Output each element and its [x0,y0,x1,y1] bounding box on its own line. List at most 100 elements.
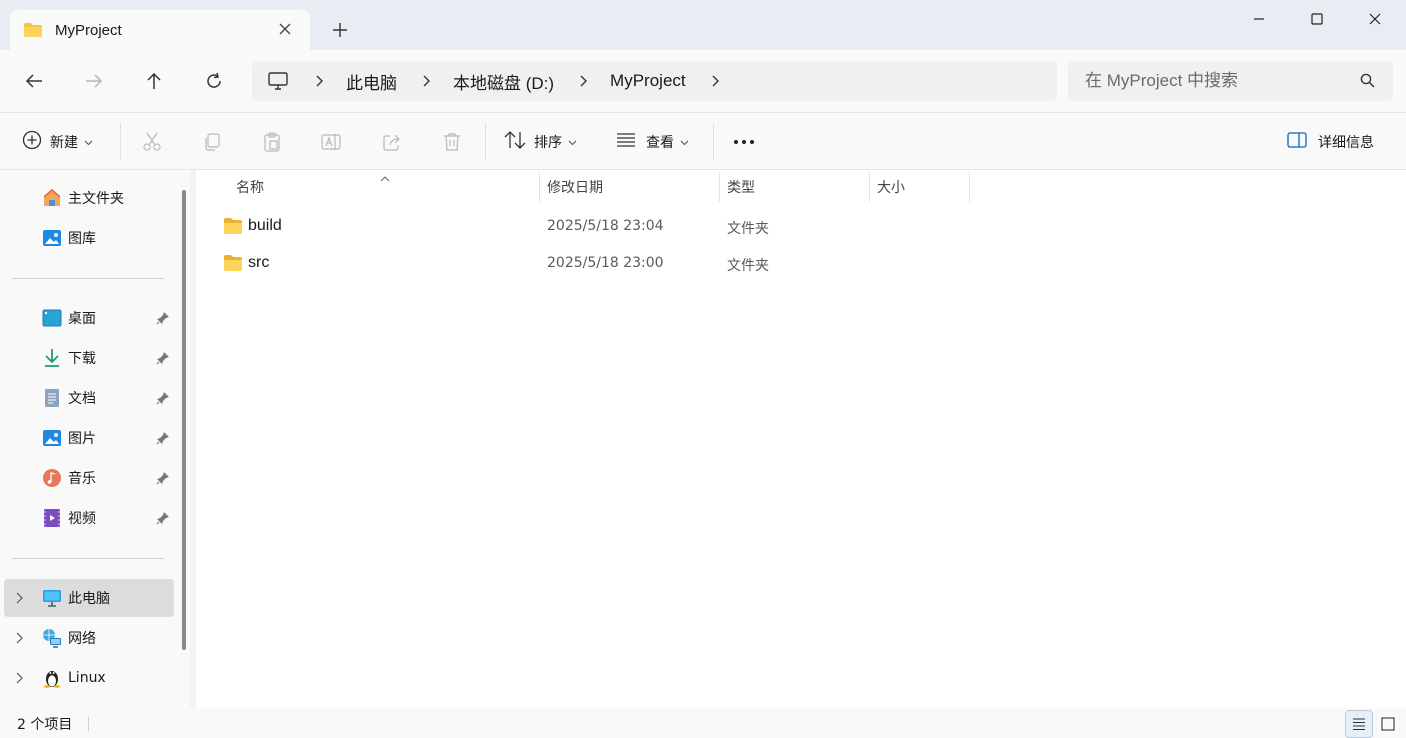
plus-icon[interactable] [328,18,352,42]
sidebar-item-network[interactable]: 网络 [4,619,174,657]
column-divider[interactable] [719,172,720,202]
copy-icon[interactable] [200,130,224,154]
details-view-icon[interactable] [1345,710,1373,738]
column-header-size[interactable]: 大小 [877,170,905,204]
sidebar-item-gallery[interactable]: 图库 [4,219,174,257]
chevron-right-icon[interactable] [313,74,327,88]
sidebar-item-label: 音乐 [68,471,96,487]
sidebar-item-label: 视频 [68,511,96,527]
plus-circle-icon [22,130,42,154]
sidebar-item-desktop[interactable]: 桌面 [4,299,174,337]
sidebar-item-linux[interactable]: Linux [4,659,174,697]
details-pane-icon [1287,132,1307,152]
status-bar: 2 个项目 [0,708,1406,738]
column-header-type[interactable]: 类型 [727,170,755,204]
column-divider[interactable] [539,172,540,202]
chevron-down-icon [568,134,577,150]
breadcrumb-myproject[interactable]: MyProject [610,71,686,91]
tab-myproject[interactable]: MyProject [10,10,310,50]
pin-icon[interactable] [156,471,170,485]
chevron-right-icon[interactable] [16,592,28,604]
search-icon[interactable] [1360,73,1375,92]
minimize-icon[interactable] [1236,4,1282,34]
forward-arrow-icon[interactable] [78,65,110,97]
table-row[interactable]: src 2025/5/18 23:00 文件夹 [216,246,986,280]
status-divider [88,717,89,731]
command-bar: 新建 排序 查看 详细信息 [0,112,1406,170]
table-row[interactable]: build 2025/5/18 23:04 文件夹 [216,209,986,243]
navigation-row: 此电脑 本地磁盘 (D:) MyProject [0,50,1406,112]
sidebar-item-videos[interactable]: 视频 [4,499,174,537]
details-label: 详细信息 [1318,135,1374,151]
sidebar-item-label: 下载 [68,351,96,367]
breadcrumb-local-disk[interactable]: 本地磁盘 (D:) [453,69,554,94]
pin-icon[interactable] [156,431,170,445]
breadcrumb-this-pc[interactable]: 此电脑 [346,69,397,94]
sidebar-item-home[interactable]: 主文件夹 [4,179,174,217]
share-icon[interactable] [380,130,404,154]
folder-icon [224,218,242,234]
sidebar-item-label: 图库 [68,231,96,247]
up-arrow-icon[interactable] [138,65,170,97]
back-arrow-icon[interactable] [18,65,50,97]
item-count: 2 个项目 [17,717,73,733]
pin-icon[interactable] [156,351,170,365]
sidebar-item-label: 文档 [68,391,96,407]
more-options-icon[interactable] [732,130,756,154]
column-header-modified[interactable]: 修改日期 [547,170,603,204]
chevron-right-icon[interactable] [709,74,723,88]
sidebar-item-label: 图片 [68,431,96,447]
folder-icon [224,255,242,271]
chevron-right-icon[interactable] [577,74,591,88]
tab-close-icon[interactable] [276,20,294,38]
tiles-view-icon[interactable] [1374,710,1402,738]
sidebar-item-downloads[interactable]: 下载 [4,339,174,377]
search-input[interactable] [1085,71,1345,91]
paste-icon[interactable] [260,130,284,154]
sidebar-item-music[interactable]: 音乐 [4,459,174,497]
tab-title: MyProject [55,21,122,39]
cut-icon[interactable] [140,130,164,154]
download-icon [42,348,62,368]
file-type: 文件夹 [727,258,769,274]
sidebar-item-pictures[interactable]: 图片 [4,419,174,457]
this-pc-icon[interactable] [268,71,290,91]
chevron-down-icon [84,134,93,150]
refresh-icon[interactable] [198,65,230,97]
pin-icon[interactable] [156,511,170,525]
navigation-pane: 主文件夹 图库 桌面 下载 文档 图片 音乐 视频 此电脑 网络 Linux [0,170,190,708]
file-name: src [248,254,270,271]
documents-icon [42,388,62,408]
pin-icon[interactable] [156,391,170,405]
title-bar: MyProject [0,0,1406,50]
sidebar-item-documents[interactable]: 文档 [4,379,174,417]
toolbar-divider [713,123,714,161]
delete-icon[interactable] [440,130,464,154]
chevron-right-icon[interactable] [16,632,28,644]
sidebar-item-this-pc[interactable]: 此电脑 [4,579,174,617]
sidebar-scrollbar[interactable] [182,190,186,650]
view-button[interactable]: 查看 [616,126,689,158]
file-type: 文件夹 [727,221,769,237]
column-header-name[interactable]: 名称 [236,170,264,204]
videos-icon [42,508,62,528]
column-divider[interactable] [869,172,870,202]
pin-icon[interactable] [156,311,170,325]
address-bar[interactable]: 此电脑 本地磁盘 (D:) MyProject [252,61,1057,101]
rename-icon[interactable] [320,130,344,154]
chevron-right-icon[interactable] [16,672,28,684]
maximize-icon[interactable] [1294,4,1340,34]
chevron-right-icon[interactable] [420,74,434,88]
sidebar-divider [12,278,164,279]
sidebar-item-label: 此电脑 [68,591,110,607]
view-label: 查看 [646,135,674,151]
sort-button[interactable]: 排序 [504,126,577,158]
close-icon[interactable] [1352,4,1398,34]
details-pane-button[interactable]: 详细信息 [1287,126,1374,158]
toolbar-divider [485,123,486,161]
music-icon [42,468,62,488]
new-button[interactable]: 新建 [22,126,93,158]
column-divider[interactable] [969,172,970,202]
sidebar-divider [12,558,164,559]
search-box[interactable] [1068,61,1393,101]
